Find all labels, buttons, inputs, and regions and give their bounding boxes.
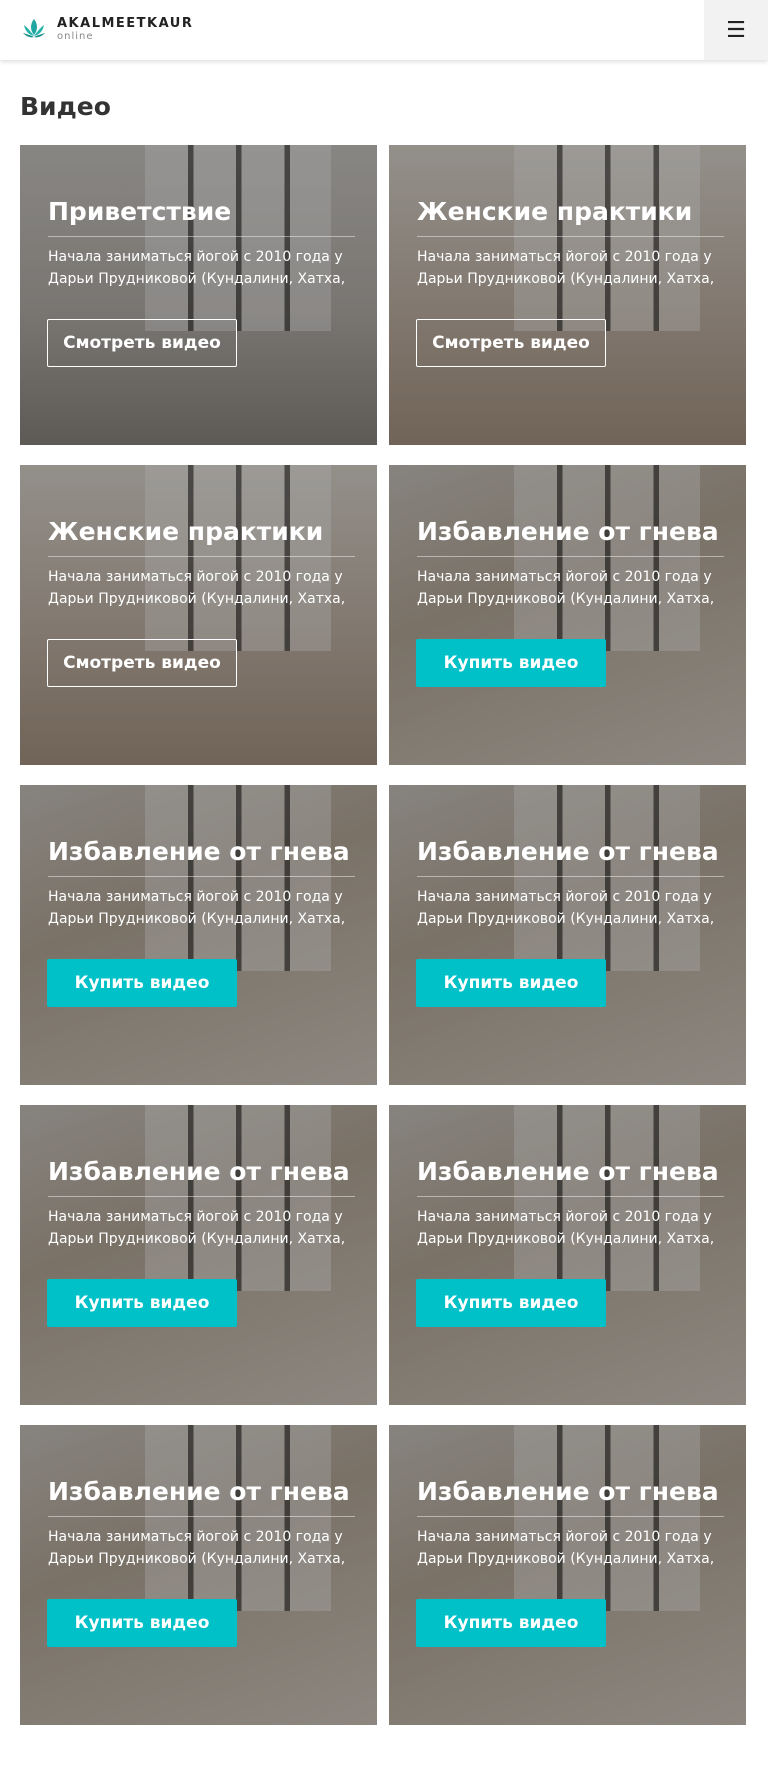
watch-video-button[interactable]: Смотреть видео <box>47 639 237 687</box>
video-card: Избавление от гнева Начала заниматься йог… <box>20 1105 377 1405</box>
buy-video-button[interactable]: Купить видео <box>47 1279 237 1327</box>
video-card: Избавление от гнева Начала заниматься йог… <box>389 1105 746 1405</box>
video-card: Женские практики Начала заниматься йогой … <box>389 145 746 445</box>
card-overlay <box>20 465 377 765</box>
card-title: Избавление от гнева <box>417 837 724 877</box>
hamburger-icon: ☰ <box>726 17 746 43</box>
card-overlay <box>389 1105 746 1405</box>
buy-video-button[interactable]: Купить видео <box>47 959 237 1007</box>
watch-video-button[interactable]: Смотреть видео <box>416 319 606 367</box>
card-content: Избавление от гнева Начала заниматься йог… <box>48 1477 355 1570</box>
card-description: Начала заниматься йогой с 2010 года у Да… <box>417 249 715 287</box>
card-title: Женские практики <box>48 517 355 557</box>
brand-name: AKALMEETKAUR <box>57 15 194 31</box>
card-overlay <box>20 145 377 445</box>
watch-video-button[interactable]: Смотреть видео <box>47 319 237 367</box>
video-card: Приветствие Начала заниматься йогой с 201… <box>20 145 377 445</box>
card-description: Начала заниматься йогой с 2010 года у Да… <box>48 569 346 607</box>
card-title: Избавление от гнева <box>48 837 355 877</box>
card-description: Начала заниматься йогой с 2010 года у Да… <box>48 1529 346 1567</box>
card-title: Избавление от гнева <box>417 517 724 557</box>
card-overlay <box>389 785 746 1085</box>
buy-video-button[interactable]: Купить видео <box>47 1599 237 1647</box>
buy-video-button[interactable]: Купить видео <box>416 1599 606 1647</box>
video-card: Избавление от гнева Начала заниматься йог… <box>389 465 746 765</box>
card-content: Приветствие Начала заниматься йогой с 201… <box>48 197 355 290</box>
lotus-icon <box>23 19 45 38</box>
video-card: Женские практики Начала заниматься йогой … <box>20 465 377 765</box>
card-content: Женские практики Начала заниматься йогой … <box>417 197 724 290</box>
card-description: Начала заниматься йогой с 2010 года у Да… <box>417 889 715 927</box>
card-description: Начала заниматься йогой с 2010 года у Да… <box>417 1529 715 1567</box>
video-card: Избавление от гнева Начала заниматься йог… <box>20 1425 377 1725</box>
card-description: Начала заниматься йогой с 2010 года у Да… <box>417 569 715 607</box>
card-description: Начала заниматься йогой с 2010 года у Да… <box>417 1209 715 1247</box>
card-content: Избавление от гнева Начала заниматься йог… <box>417 837 724 930</box>
buy-video-button[interactable]: Купить видео <box>416 959 606 1007</box>
card-description: Начала заниматься йогой с 2010 года у Да… <box>48 249 346 287</box>
card-content: Избавление от гнева Начала заниматься йог… <box>417 1157 724 1250</box>
card-title: Избавление от гнева <box>48 1157 355 1197</box>
card-description: Начала заниматься йогой с 2010 года у Да… <box>48 1209 346 1247</box>
buy-video-button[interactable]: Купить видео <box>416 1279 606 1327</box>
card-title: Избавление от гнева <box>417 1157 724 1197</box>
card-overlay <box>389 1425 746 1725</box>
card-content: Избавление от гнева Начала заниматься йог… <box>417 517 724 610</box>
card-title: Избавление от гнева <box>417 1477 724 1517</box>
card-overlay <box>20 1105 377 1405</box>
card-overlay <box>389 465 746 765</box>
card-title: Избавление от гнева <box>48 1477 355 1517</box>
page-title: Видео <box>20 92 111 121</box>
card-overlay <box>20 1425 377 1725</box>
brand-subtitle: online <box>57 30 94 42</box>
card-description: Начала заниматься йогой с 2010 года у Да… <box>48 889 346 927</box>
video-card: Избавление от гнева Начала заниматься йог… <box>20 785 377 1085</box>
card-content: Избавление от гнева Начала заниматься йог… <box>417 1477 724 1570</box>
card-overlay <box>389 145 746 445</box>
card-overlay <box>20 785 377 1085</box>
video-grid: Приветствие Начала заниматься йогой с 201… <box>20 145 746 1725</box>
menu-button[interactable]: ☰ <box>704 0 768 60</box>
card-title: Приветствие <box>48 197 355 237</box>
buy-video-button[interactable]: Купить видео <box>416 639 606 687</box>
site-header: AKALMEETKAUR online ☰ <box>0 0 768 60</box>
card-content: Избавление от гнева Начала заниматься йог… <box>48 837 355 930</box>
card-content: Женские практики Начала заниматься йогой … <box>48 517 355 610</box>
card-content: Избавление от гнева Начала заниматься йог… <box>48 1157 355 1250</box>
logo[interactable]: AKALMEETKAUR online <box>20 15 193 43</box>
video-card: Избавление от гнева Начала заниматься йог… <box>389 785 746 1085</box>
video-card: Избавление от гнева Начала заниматься йог… <box>389 1425 746 1725</box>
card-title: Женские практики <box>417 197 724 237</box>
